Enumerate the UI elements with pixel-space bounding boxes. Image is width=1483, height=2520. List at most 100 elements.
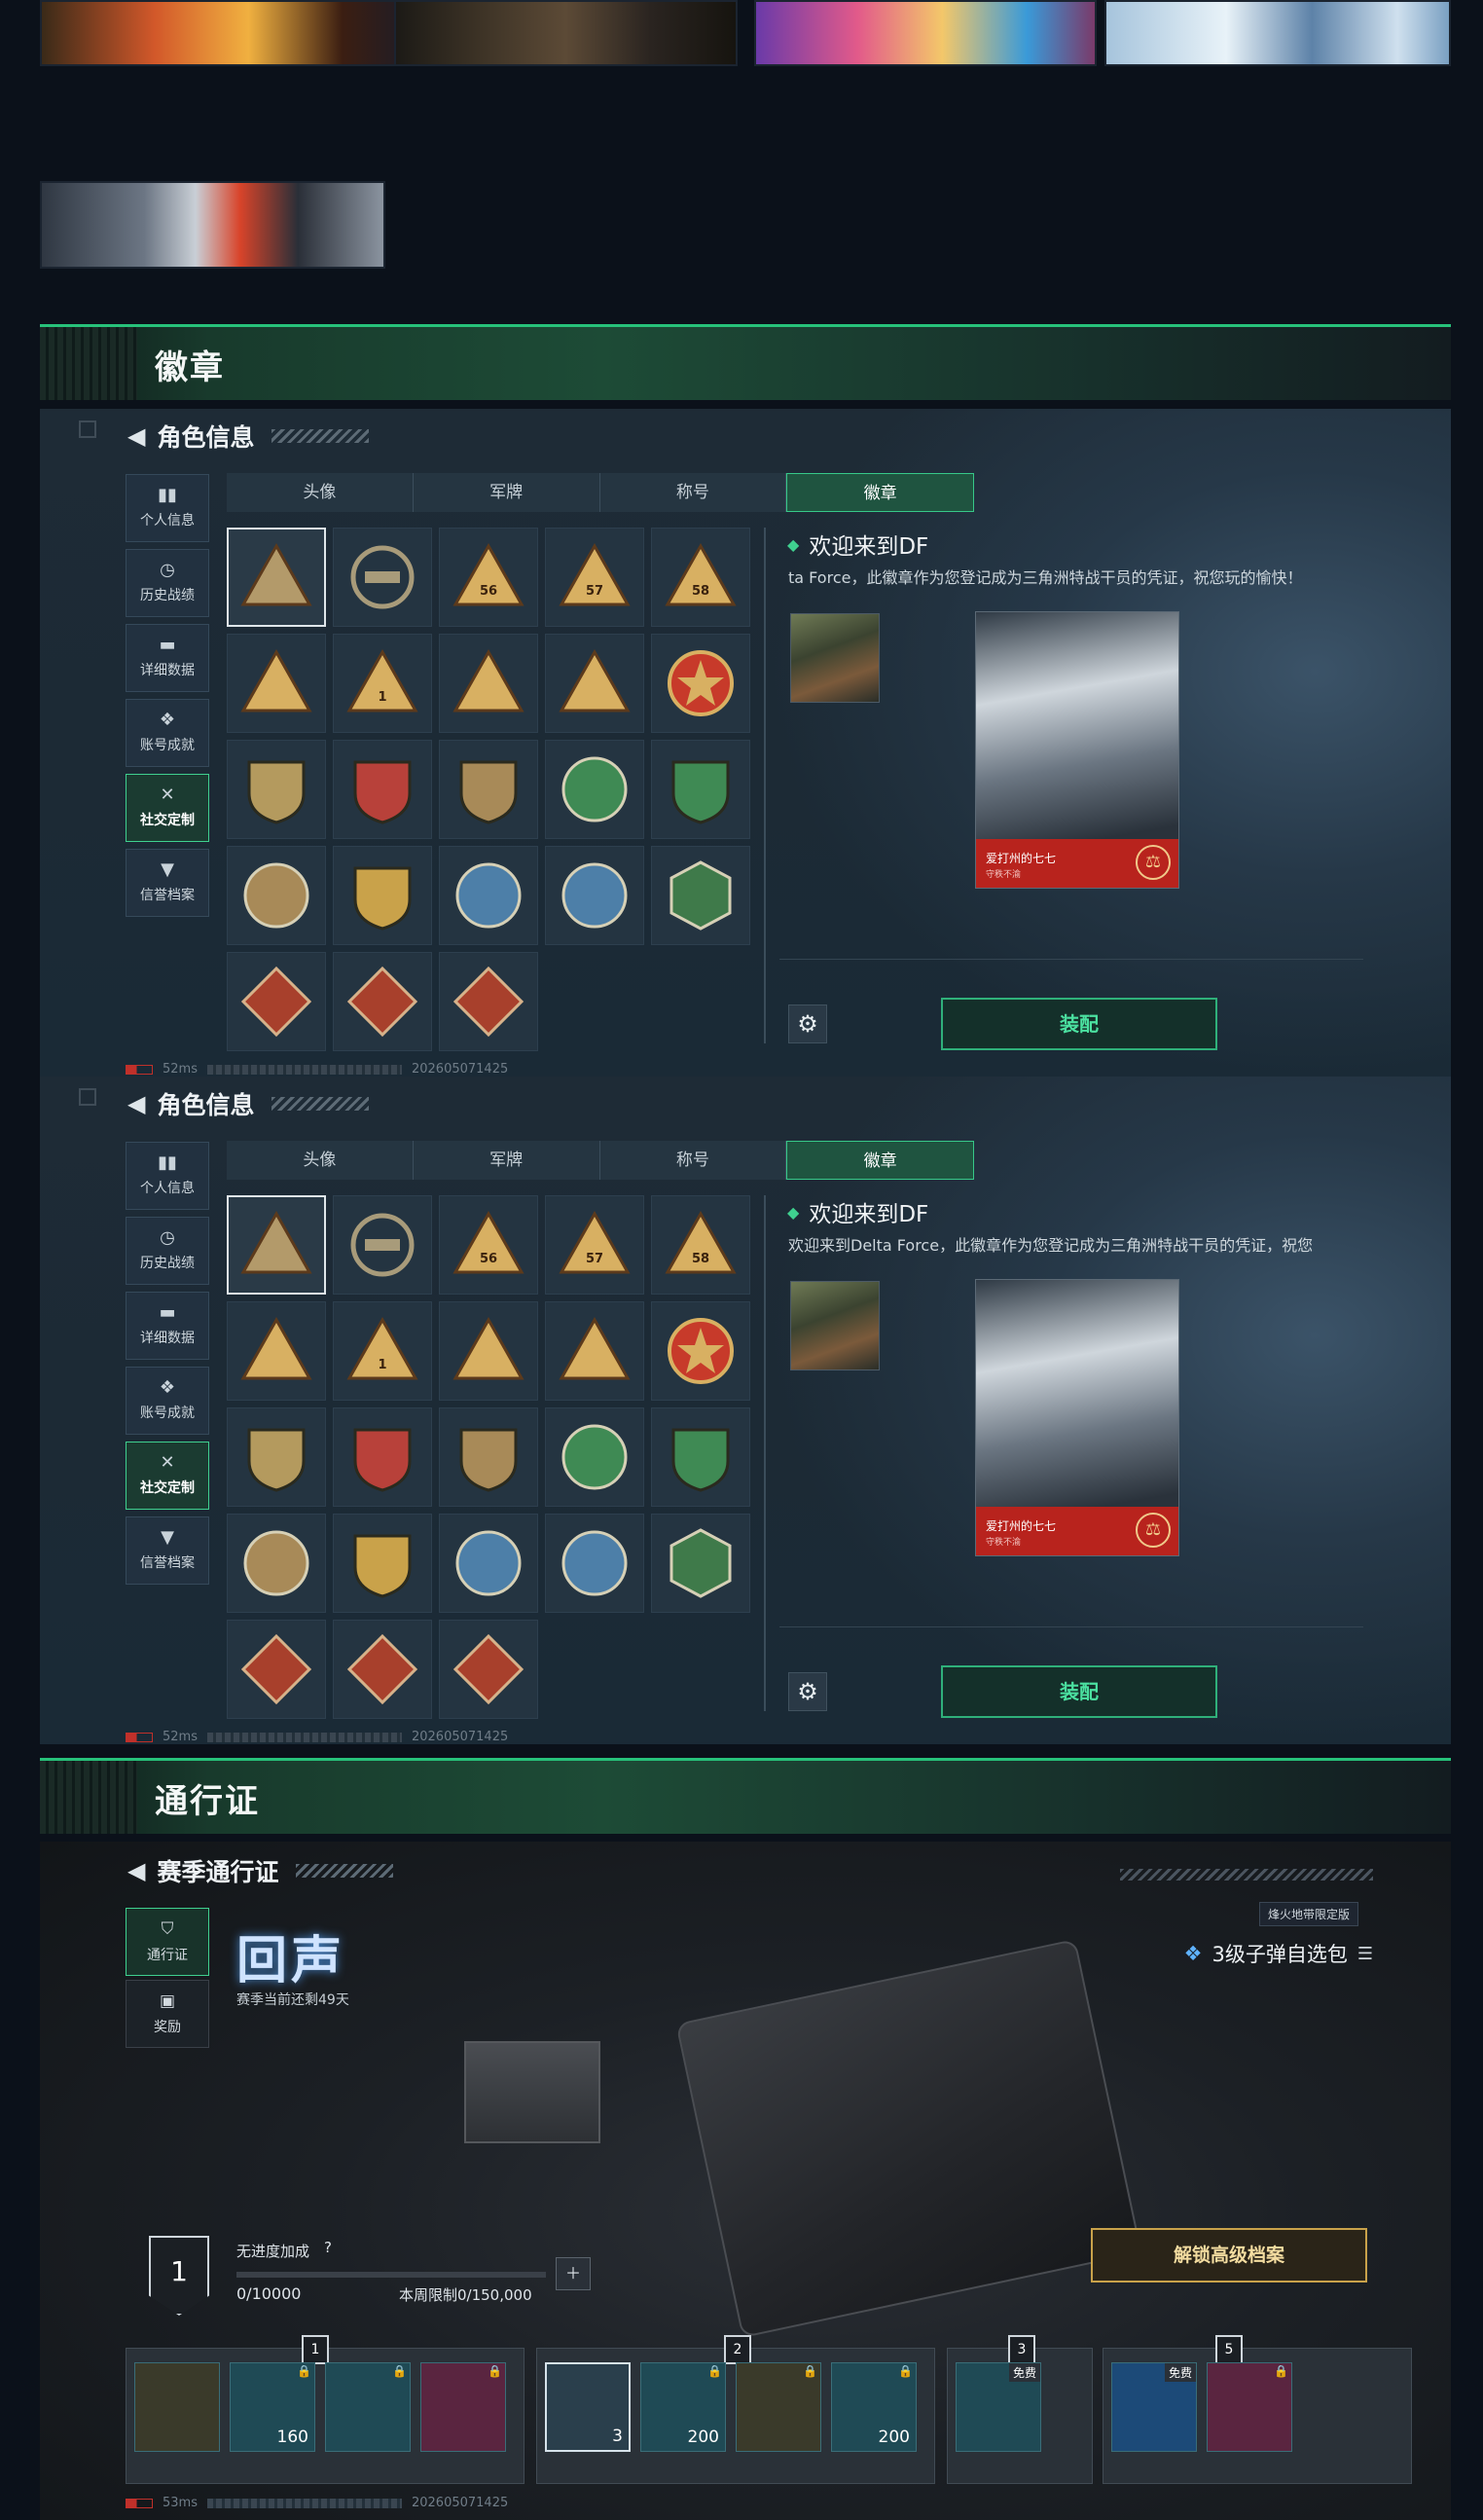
- sidebar-item-pass[interactable]: ⛉ 通行证: [126, 1908, 209, 1976]
- badge-item[interactable]: 56: [439, 528, 538, 627]
- badge-item[interactable]: [227, 1195, 326, 1295]
- badge-item[interactable]: [227, 1620, 326, 1719]
- badge-item[interactable]: 57: [545, 1195, 644, 1295]
- badge-item[interactable]: [651, 1514, 750, 1613]
- sidebar-item-achievements[interactable]: ❖ 账号成就: [126, 1367, 209, 1435]
- badge-item[interactable]: [333, 1620, 432, 1719]
- help-icon[interactable]: ?: [324, 2239, 332, 2256]
- badge-item[interactable]: [651, 846, 750, 945]
- thumbnail-1[interactable]: [40, 0, 419, 66]
- badge-item[interactable]: [333, 1195, 432, 1295]
- equip-button[interactable]: 装配: [941, 1665, 1217, 1718]
- gear-icon[interactable]: ⚙: [788, 1004, 827, 1043]
- reward-armor[interactable]: 免费: [956, 2362, 1041, 2452]
- back-arrow-icon[interactable]: ◀: [127, 1857, 145, 1884]
- reward-skin[interactable]: [420, 2362, 506, 2452]
- badge-item[interactable]: 1: [333, 634, 432, 733]
- sidebar-item-reputation[interactable]: ▼ 信誉档案: [126, 1516, 209, 1585]
- badge-item[interactable]: [227, 528, 326, 627]
- badge-item[interactable]: [333, 952, 432, 1051]
- badge-item[interactable]: [333, 1514, 432, 1613]
- sidebar-item-social[interactable]: ✕ 社交定制: [126, 774, 209, 842]
- sidebar-item-history[interactable]: ◷ 历史战绩: [126, 549, 209, 617]
- badge-item[interactable]: [651, 1407, 750, 1507]
- badge-item[interactable]: [439, 1407, 538, 1507]
- badge-item[interactable]: [545, 740, 644, 839]
- sidebar-item-history[interactable]: ◷ 历史战绩: [126, 1217, 209, 1285]
- sidebar-item-reputation[interactable]: ▼ 信誉档案: [126, 849, 209, 917]
- list-icon[interactable]: ☰: [1357, 1944, 1373, 1964]
- badge-item[interactable]: [333, 740, 432, 839]
- tab-bar: 头像 军牌 称号 徽章: [227, 1141, 974, 1180]
- sidebar-item-achievements[interactable]: ❖ 账号成就: [126, 699, 209, 767]
- clock-icon: ◷: [160, 1227, 175, 1248]
- tab-dogtag[interactable]: 军牌: [414, 1141, 600, 1180]
- badge-item[interactable]: [227, 1514, 326, 1613]
- badge-item[interactable]: [545, 1301, 644, 1401]
- badge-item[interactable]: [227, 846, 326, 945]
- tab-badge[interactable]: 徽章: [786, 1141, 974, 1180]
- medal-icon: ❖: [159, 710, 176, 730]
- badge-item[interactable]: [651, 740, 750, 839]
- sidebar-item-details[interactable]: ▬ 详细数据: [126, 624, 209, 692]
- badge-item[interactable]: [545, 1407, 644, 1507]
- badge-item[interactable]: [227, 1407, 326, 1507]
- tab-title[interactable]: 称号: [600, 1141, 787, 1180]
- badge-item[interactable]: [545, 634, 644, 733]
- ammo-pack-label[interactable]: ❖ 3级子弹自选包 ☰: [1184, 1939, 1373, 1968]
- badge-item[interactable]: [439, 846, 538, 945]
- badge-item[interactable]: 58: [651, 528, 750, 627]
- tab-title[interactable]: 称号: [600, 473, 787, 512]
- sidebar-item-details[interactable]: ▬ 详细数据: [126, 1292, 209, 1360]
- sidebar-item-social[interactable]: ✕ 社交定制: [126, 1442, 209, 1510]
- sidebar-item-personal[interactable]: ▮▮ 个人信息: [126, 474, 209, 542]
- badge-item[interactable]: [227, 952, 326, 1051]
- tab-badge[interactable]: 徽章: [786, 473, 974, 512]
- badge-item[interactable]: [439, 1514, 538, 1613]
- badge-item[interactable]: [651, 634, 750, 733]
- reward-ticket[interactable]: 免费: [1111, 2362, 1197, 2452]
- thumbnail-3[interactable]: [754, 0, 1097, 66]
- reward-cash[interactable]: 160: [230, 2362, 315, 2452]
- badge-item[interactable]: [333, 846, 432, 945]
- thumbnail-5[interactable]: [40, 181, 385, 269]
- badge-item[interactable]: [651, 1301, 750, 1401]
- badge-item[interactable]: 56: [439, 1195, 538, 1295]
- badge-item[interactable]: [439, 1301, 538, 1401]
- back-arrow-icon[interactable]: ◀: [127, 1090, 145, 1117]
- tab-avatar[interactable]: 头像: [227, 473, 414, 512]
- reward-item[interactable]: [736, 2362, 821, 2452]
- badge-item[interactable]: [333, 1407, 432, 1507]
- thumbnail-2[interactable]: [394, 0, 738, 66]
- add-exp-button[interactable]: ＋: [556, 2257, 591, 2290]
- badge-item[interactable]: 57: [545, 528, 644, 627]
- badge-item[interactable]: [439, 952, 538, 1051]
- reward-gear[interactable]: 3: [545, 2362, 631, 2452]
- gear-icon[interactable]: ⚙: [788, 1672, 827, 1711]
- equip-button[interactable]: 装配: [941, 998, 1217, 1050]
- badge-item[interactable]: [545, 846, 644, 945]
- sidebar-item-personal[interactable]: ▮▮ 个人信息: [126, 1142, 209, 1210]
- tab-dogtag[interactable]: 军牌: [414, 473, 600, 512]
- reward-weapon[interactable]: [134, 2362, 220, 2452]
- badge-item[interactable]: [333, 528, 432, 627]
- reward-cash[interactable]: 200: [640, 2362, 726, 2452]
- back-arrow-icon[interactable]: ◀: [127, 422, 145, 450]
- badge-item[interactable]: [439, 740, 538, 839]
- badge-item[interactable]: 58: [651, 1195, 750, 1295]
- thumbnail-4[interactable]: [1104, 0, 1451, 66]
- sidebar-item-rewards[interactable]: ▣ 奖励: [126, 1980, 209, 2048]
- reward-cash[interactable]: 200: [831, 2362, 917, 2452]
- badge-item[interactable]: 1: [333, 1301, 432, 1401]
- badge-item[interactable]: [545, 1514, 644, 1613]
- unlock-premium-button[interactable]: 解锁高级档案: [1091, 2228, 1367, 2283]
- badge-item[interactable]: [227, 1301, 326, 1401]
- badge-item[interactable]: [439, 1620, 538, 1719]
- reward-item[interactable]: [325, 2362, 411, 2452]
- tab-avatar[interactable]: 头像: [227, 1141, 414, 1180]
- reward-weapon-skin[interactable]: [1207, 2362, 1292, 2452]
- badge-item[interactable]: [227, 634, 326, 733]
- badge-item[interactable]: [439, 634, 538, 733]
- badge-item[interactable]: [227, 740, 326, 839]
- header-stripes-right: [1120, 1869, 1373, 1881]
